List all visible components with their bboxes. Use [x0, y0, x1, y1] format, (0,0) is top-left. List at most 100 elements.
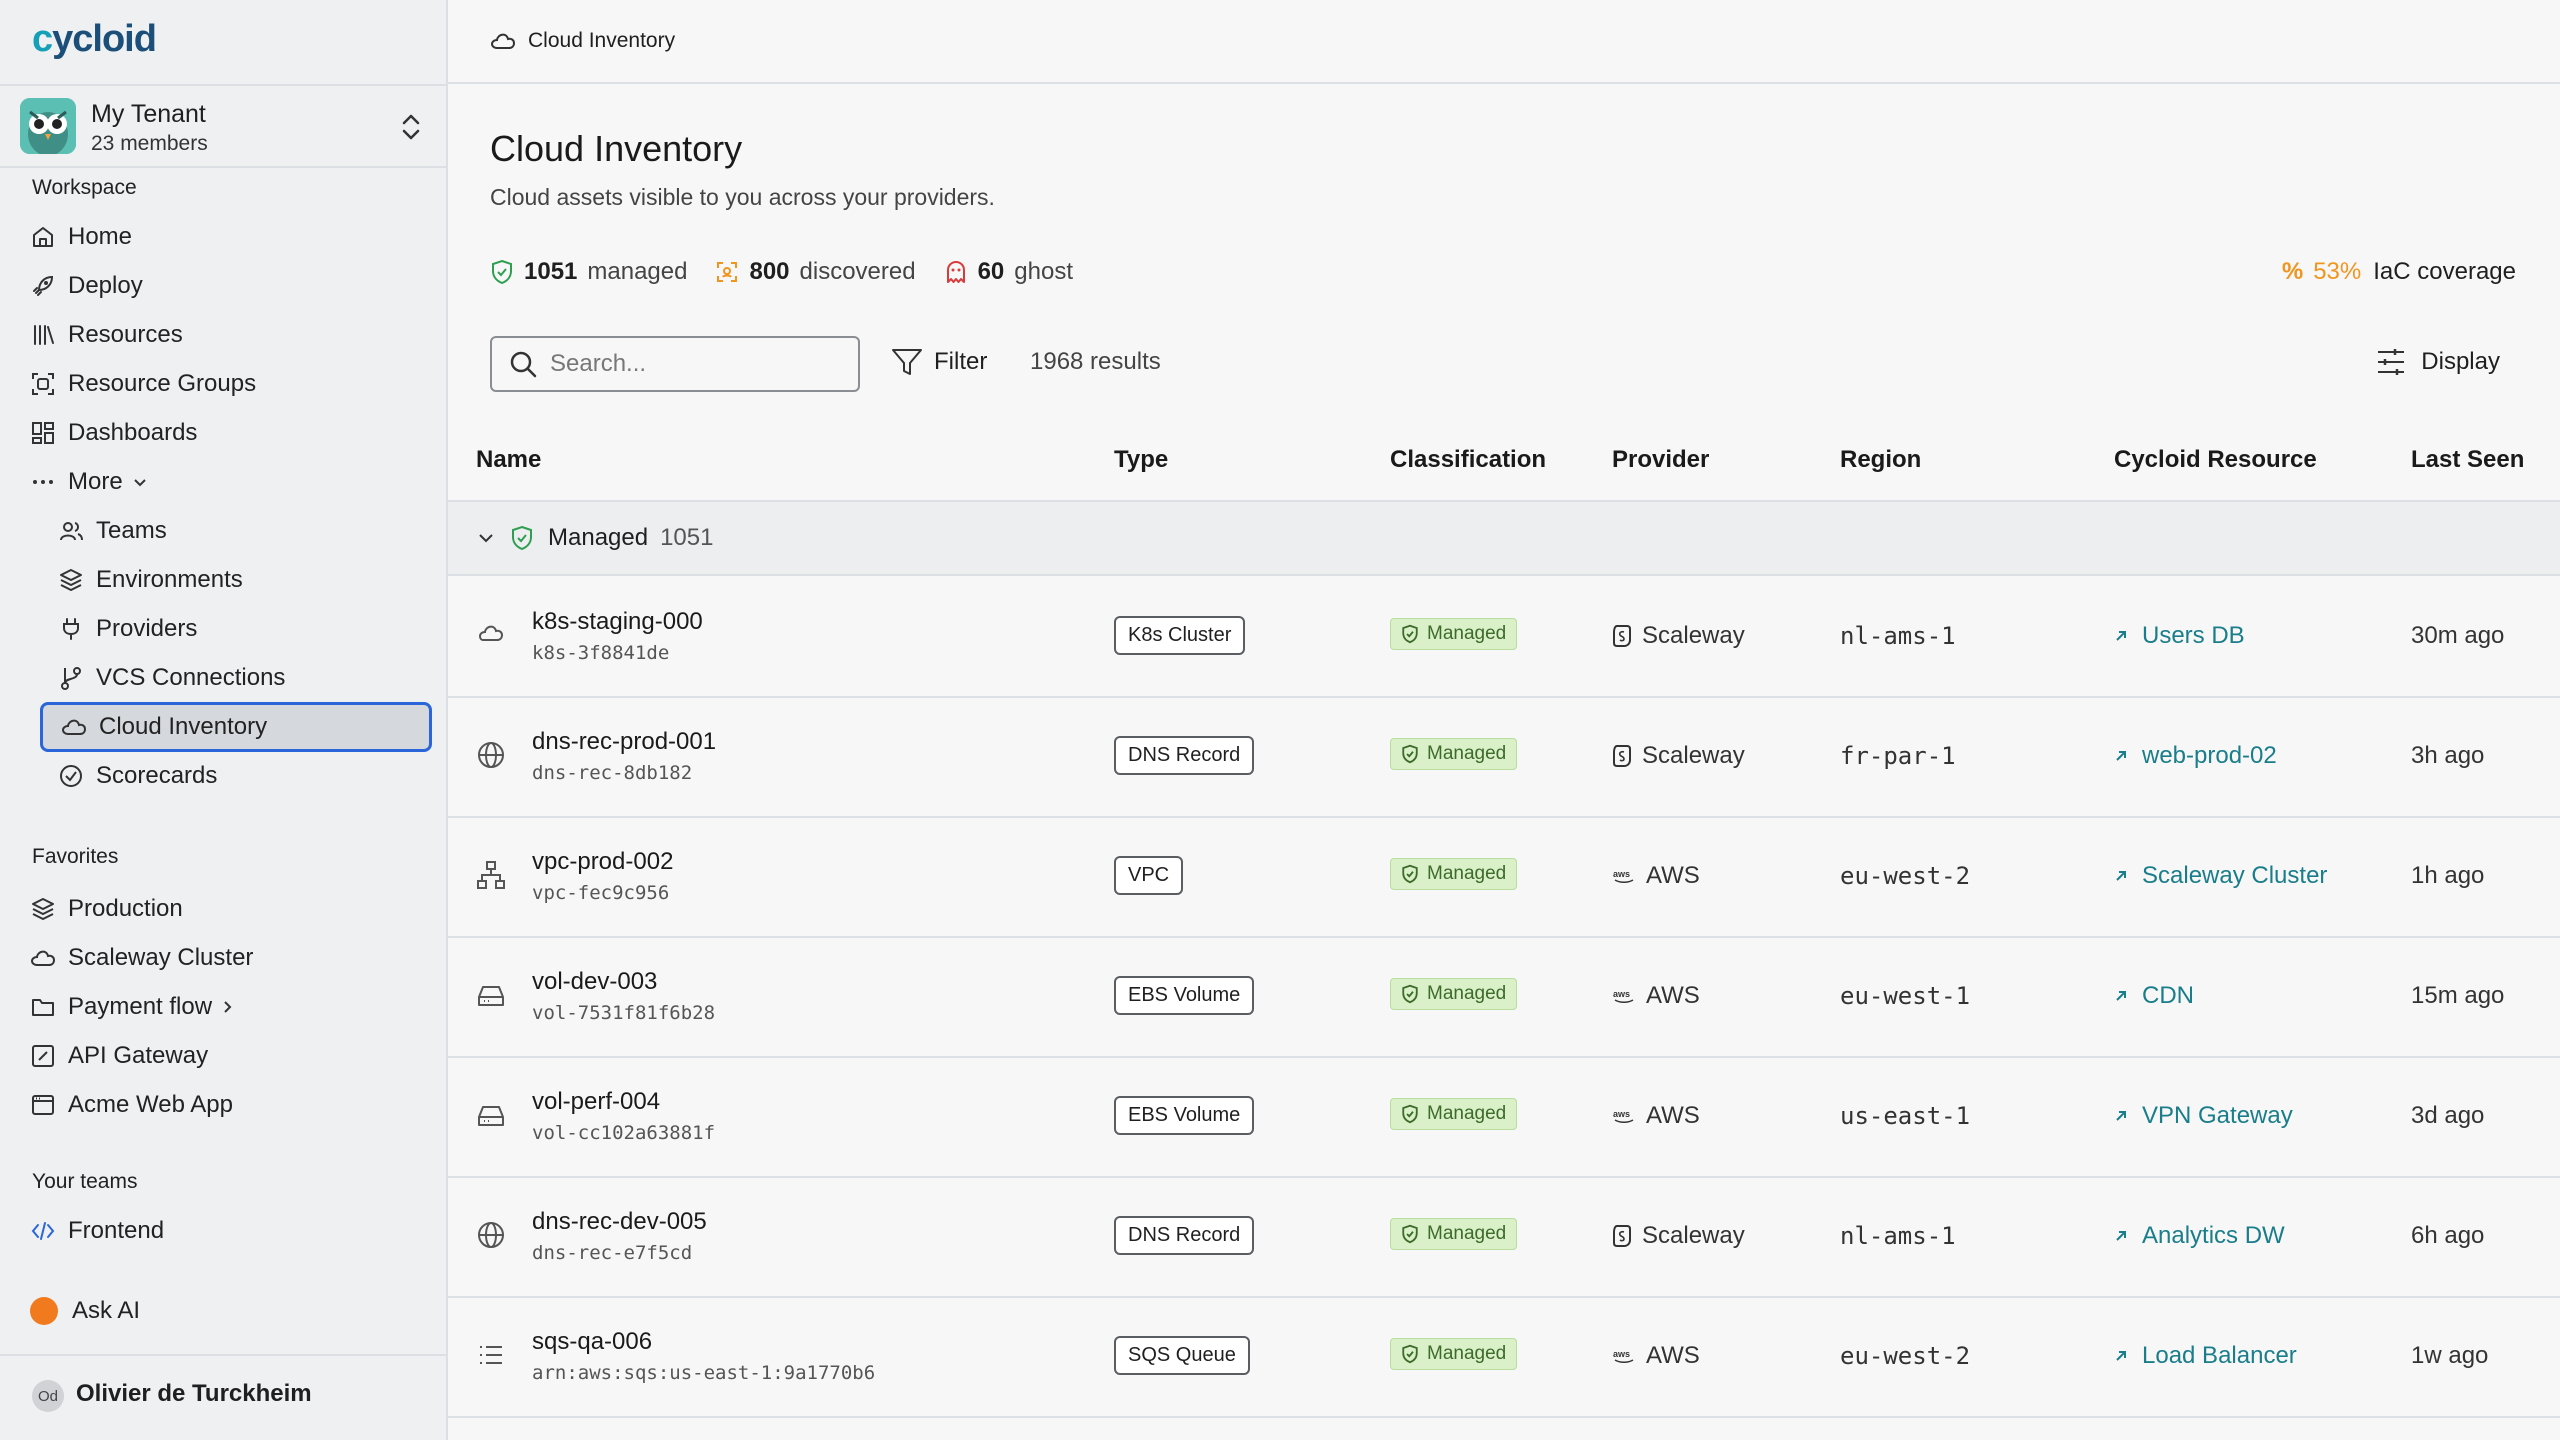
resource-name[interactable]: sqs-qa-006 [532, 1328, 652, 1356]
ellipsis-icon [33, 480, 53, 484]
col-cycloid-resource[interactable]: Cycloid Resource [2114, 446, 2317, 474]
search-box[interactable] [490, 336, 860, 392]
nav-environments-label: Environments [96, 566, 243, 593]
scaleway-icon [1613, 745, 1631, 767]
table-row[interactable]: k8s-staging-000 k8s-3f8841de K8s Cluster Ma… [448, 578, 2560, 698]
nav-cloud-inventory-label: Cloud Inventory [99, 713, 268, 740]
nav-scorecards[interactable]: Scorecards [58, 756, 217, 796]
last-seen-cell: 3d ago [2411, 1102, 2485, 1129]
nav-scorecards-label: Scorecards [96, 762, 218, 789]
last-seen-cell: 15m ago [2411, 982, 2505, 1009]
region-cell: eu-west-2 [1840, 1342, 1971, 1370]
favorites-section-title: Favorites [32, 845, 119, 868]
aws-icon: aws [1613, 1109, 1634, 1123]
team-frontend-label: Frontend [68, 1217, 165, 1244]
cycloid-resource-link[interactable]: Scaleway Cluster [2114, 862, 2327, 890]
ask-ai-button[interactable]: Ask AI [30, 1291, 140, 1331]
search-input[interactable] [550, 350, 830, 378]
cycloid-logo[interactable]: cycloid [32, 18, 157, 61]
favorite-acme-web-app-label: Acme Web App [68, 1091, 233, 1118]
col-type[interactable]: Type [1114, 446, 1168, 474]
nav-environments[interactable]: Environments [58, 560, 243, 600]
resource-name[interactable]: k8s-staging-000 [532, 608, 703, 636]
ask-ai-orb-icon [30, 1297, 58, 1325]
favorite-api-gateway[interactable]: API Gateway [30, 1036, 208, 1076]
cycloid-resource-link[interactable]: Load Balancer [2114, 1342, 2297, 1370]
nav-cloud-inventory[interactable]: Cloud Inventory [40, 702, 432, 752]
col-classification[interactable]: Classification [1390, 446, 1546, 474]
nav-more[interactable]: More [30, 462, 149, 502]
svg-text:aws: aws [1613, 1109, 1630, 1119]
group-label: Managed [548, 524, 649, 551]
table-row[interactable]: dns-rec-prod-001 dns-rec-8db182 DNS Record… [448, 698, 2560, 818]
display-button[interactable]: Display [2375, 346, 2500, 378]
layers-icon [60, 569, 82, 591]
favorite-scaleway-cluster[interactable]: Scaleway Cluster [30, 938, 253, 978]
nav-teams-label: Teams [96, 517, 167, 544]
region-cell: fr-par-1 [1840, 742, 1956, 770]
nav-teams[interactable]: Teams [58, 511, 167, 551]
nav-home[interactable]: Home [30, 217, 132, 257]
plug-icon [63, 618, 79, 640]
table-row[interactable]: dns-rec-dev-005 dns-rec-e7f5cd DNS Record M… [448, 1178, 2560, 1298]
table-header: Name Type Classification Provider Region… [448, 428, 2560, 502]
nav-resources[interactable]: Resources [30, 315, 183, 355]
filter-button[interactable]: Filter [890, 346, 987, 378]
resource-name[interactable]: dns-rec-dev-005 [532, 1208, 707, 1236]
favorite-payment-flow[interactable]: Payment flow [30, 987, 236, 1027]
arrow-up-right-icon [2116, 871, 2126, 881]
cycloid-resource-link[interactable]: web-prod-02 [2114, 742, 2277, 770]
square-pen-icon [32, 1045, 54, 1067]
classification-label: Managed [1427, 623, 1507, 644]
nav-providers[interactable]: Providers [58, 609, 197, 649]
breadcrumb[interactable]: Cloud Inventory [490, 28, 675, 54]
stat-ghost-count: 60 [977, 258, 1005, 285]
classification-badge: Managed [1390, 858, 1518, 890]
col-region[interactable]: Region [1840, 446, 1921, 474]
favorite-acme-web-app[interactable]: Acme Web App [30, 1085, 233, 1125]
shield-check-icon [1402, 1224, 1418, 1244]
cycloid-resource-link[interactable]: Users DB [2114, 622, 2245, 650]
stat-managed-count: 1051 [524, 258, 578, 285]
cycloid-resource-link[interactable]: CDN [2114, 982, 2194, 1010]
last-seen-cell: 3h ago [2411, 742, 2485, 769]
nav-dashboards[interactable]: Dashboards [30, 413, 197, 453]
table-row[interactable]: vol-perf-004 vol-cc102a63881f EBS Volume Ma… [448, 1058, 2560, 1178]
svg-text:aws: aws [1613, 869, 1630, 879]
table-row[interactable]: vol-dev-003 vol-7531f81f6b28 EBS Volume Man… [448, 938, 2560, 1058]
table-row[interactable]: sqs-qa-006 arn:aws:sqs:us-east-1:9a1770b6… [448, 1298, 2560, 1418]
shield-check-icon [1402, 1344, 1418, 1364]
scaleway-icon [1613, 1225, 1631, 1247]
folder-icon [32, 999, 54, 1016]
stat-managed-label: managed [587, 258, 688, 285]
cycloid-resource-link[interactable]: VPN Gateway [2114, 1102, 2293, 1130]
provider-cell: aws AWS [1612, 982, 1700, 1010]
svg-text:aws: aws [1613, 989, 1630, 999]
resource-id: vpc-fec9c956 [532, 882, 670, 904]
resource-name[interactable]: vol-dev-003 [532, 968, 657, 996]
user-menu[interactable]: Od Olivier de Turckheim [0, 1354, 446, 1440]
col-provider[interactable]: Provider [1612, 446, 1709, 474]
stat-managed[interactable]: 1051 managed [490, 258, 687, 286]
stat-discovered[interactable]: 800 discovered [715, 258, 916, 286]
nav-resource-groups[interactable]: Resource Groups [30, 364, 256, 404]
col-last-seen[interactable]: Last Seen [2411, 446, 2524, 474]
nav-vcs-connections[interactable]: VCS Connections [58, 658, 285, 698]
nav-deploy[interactable]: Deploy [30, 266, 143, 306]
resource-name[interactable]: vol-perf-004 [532, 1088, 660, 1116]
tenant-switcher[interactable]: My Tenant 23 members [0, 84, 446, 168]
group-row-managed[interactable]: Managed 1051 [448, 502, 2560, 576]
shield-check-icon [1402, 864, 1418, 884]
stat-ghost[interactable]: 60 ghost [944, 258, 1073, 286]
col-name[interactable]: Name [476, 446, 541, 474]
resource-name[interactable]: dns-rec-prod-001 [532, 728, 716, 756]
cycloid-resource-label: Analytics DW [2142, 1222, 2285, 1249]
resource-name[interactable]: vpc-prod-002 [532, 848, 673, 876]
team-frontend[interactable]: Frontend [30, 1211, 164, 1251]
cycloid-resource-link[interactable]: Analytics DW [2114, 1222, 2285, 1250]
resource-id: k8s-3f8841de [532, 642, 670, 664]
favorite-production[interactable]: Production [30, 889, 183, 929]
table-row[interactable]: vpc-prod-002 vpc-fec9c956 VPC Managed aws AWS… [448, 818, 2560, 938]
display-label: Display [2421, 348, 2500, 375]
cycloid-resource-label: Users DB [2142, 622, 2245, 649]
